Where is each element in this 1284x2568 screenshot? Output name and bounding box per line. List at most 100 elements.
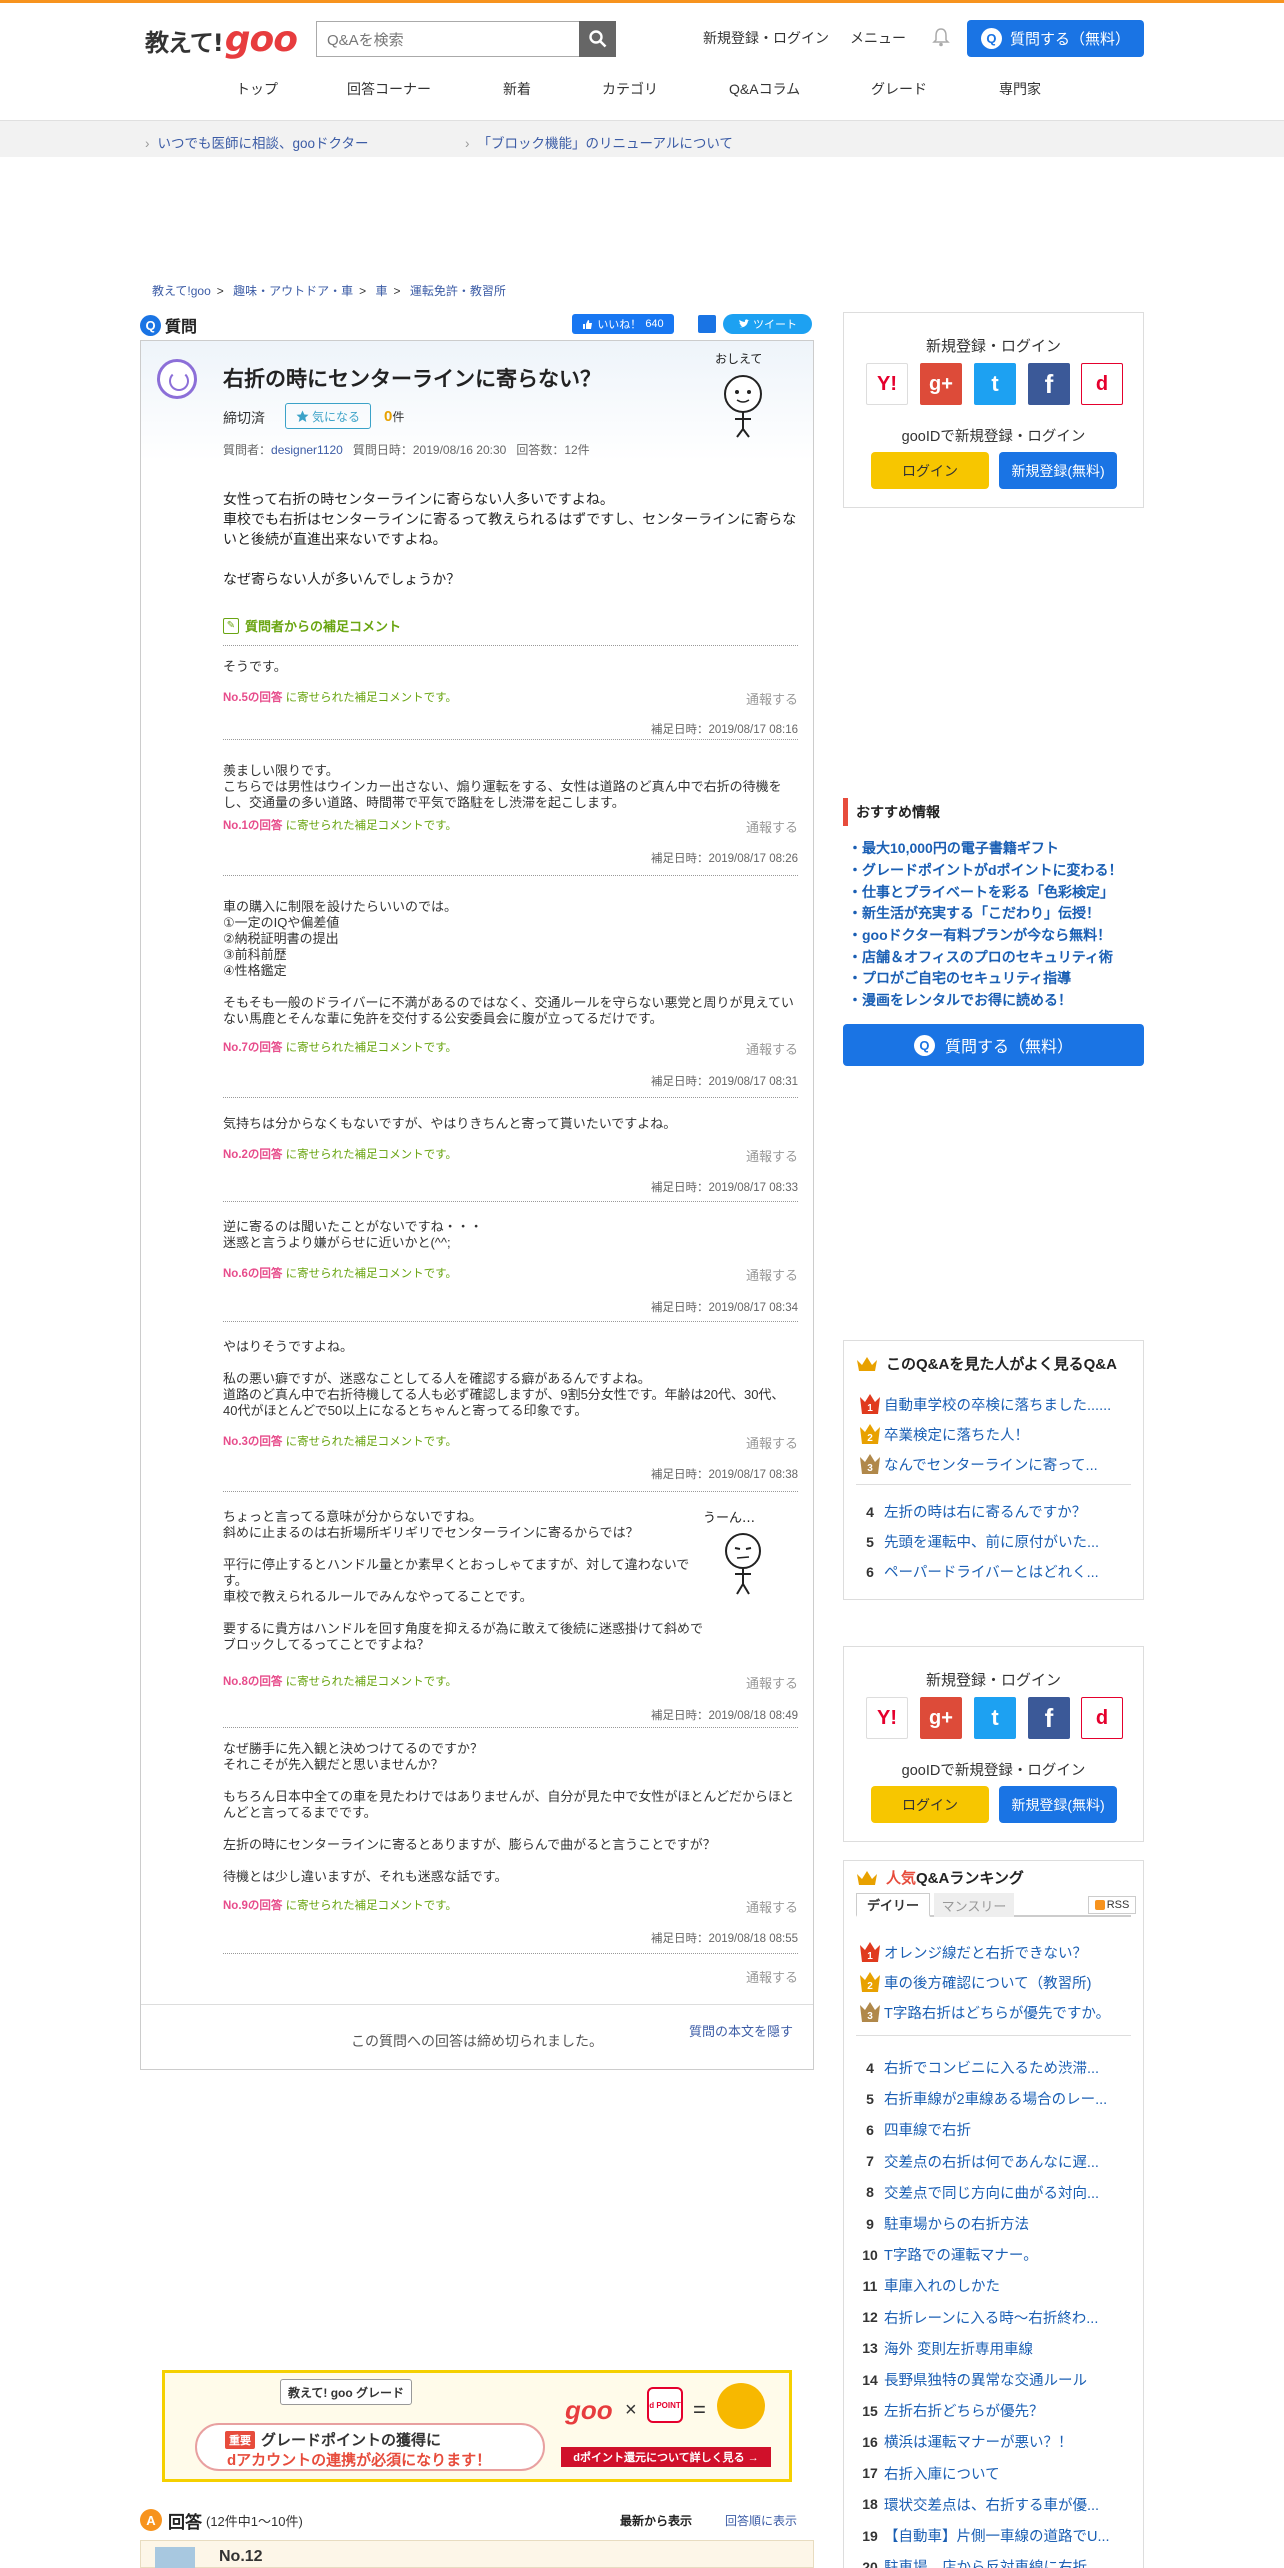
hide-question-link[interactable]: 質問の本文を隠す <box>689 2021 793 2040</box>
answer-link[interactable]: No.9の回答 <box>223 1900 282 1912</box>
answer-link[interactable]: No.2の回答 <box>223 1149 282 1161</box>
report-link[interactable]: 通報する <box>746 1967 798 1986</box>
tab-daily[interactable]: デイリー <box>856 1893 930 1917</box>
ranking-item[interactable]: 11 車庫入れのしかた <box>856 2275 1000 2296</box>
report-link[interactable]: 通報する <box>746 689 798 708</box>
login-button[interactable]: ログイン <box>871 1786 989 1823</box>
ranking-item[interactable]: 15 左折右折どちらが優先？ <box>856 2400 1043 2421</box>
yahoo-login-icon[interactable]: Y! <box>866 363 908 405</box>
login-button[interactable]: ログイン <box>871 452 989 489</box>
answer-link[interactable]: No.8の回答 <box>223 1676 282 1688</box>
tab-monthly[interactable]: マンスリー <box>934 1893 1014 1917</box>
answer-link[interactable]: No.6の回答 <box>223 1268 282 1280</box>
sidebar-ask-button[interactable]: Q 質問する（無料） <box>843 1024 1144 1066</box>
report-link[interactable]: 通報する <box>746 1897 798 1916</box>
register-button[interactable]: 新規登録(無料) <box>999 1786 1117 1823</box>
avatar[interactable] <box>157 359 197 399</box>
report-link[interactable]: 通報する <box>746 817 798 836</box>
breadcrumb-item[interactable]: 車 <box>376 284 388 298</box>
site-logo[interactable]: 教えて! goo <box>145 16 298 58</box>
ranking-item[interactable]: 16 横浜は運転マナーが悪い？！ <box>856 2431 1072 2452</box>
notice-goo-doctor[interactable]: いつでも医師に相談、gooドクター <box>145 132 369 152</box>
menu-link[interactable]: メニュー <box>850 28 906 48</box>
ranking-item[interactable]: 20駐車場、店から反対車線に右折... <box>856 2556 1099 2568</box>
sort-by-order[interactable]: 回答順に表示 <box>725 2512 797 2529</box>
twitter-login-icon[interactable]: t <box>974 363 1016 405</box>
nav-experts[interactable]: 専門家 <box>999 79 1041 99</box>
answerer-avatar[interactable] <box>155 2547 195 2568</box>
ranking-item[interactable]: 2 車の後方確認について（教習所) <box>856 1971 1091 1993</box>
grade-point-banner[interactable]: 教えて! goo グレード 重要 グレードポイントの獲得に dアカウントの連携が… <box>162 2370 792 2482</box>
ranking-item[interactable]: 5 右折車線が2車線ある場合のレー... <box>856 2088 1107 2109</box>
bookmark-icon[interactable] <box>698 315 716 333</box>
ranking-item[interactable]: 13 海外 変則左折専用車線 <box>856 2338 1033 2359</box>
facebook-like-button[interactable]: いいね！ 640 <box>572 314 674 334</box>
tweet-button[interactable]: ツイート <box>723 314 812 334</box>
recommend-link[interactable]: ・漫画をレンタルでお得に読める！ <box>848 990 1072 1010</box>
sort-newest[interactable]: 最新から表示 <box>620 2512 692 2529</box>
nav-top[interactable]: トップ <box>236 79 278 99</box>
ranking-item[interactable]: 19 【自動車】片側一車線の道路でU... <box>856 2525 1109 2546</box>
recommend-link[interactable]: ・仕事とプライベートを彩る「色彩検定」 <box>848 882 1114 902</box>
ranking-item[interactable]: 10 T字路での運転マナー。 <box>856 2244 1038 2265</box>
search-input[interactable]: Q&Aを検索 <box>316 21 580 57</box>
ranking-item[interactable]: 1 オレンジ線だと右折できない？ <box>856 1941 1087 1963</box>
yahoo-login-icon[interactable]: Y! <box>866 1697 908 1739</box>
answer-link[interactable]: No.7の回答 <box>223 1042 282 1054</box>
ranking-item[interactable]: 9 駐車場からの右折方法 <box>856 2213 1029 2234</box>
ranking-item[interactable]: 17 右折入庫について <box>856 2463 999 2484</box>
breadcrumb-item[interactable]: 教えて!goo <box>152 284 211 298</box>
related-item[interactable]: 2 卒業検定に落ちた人！ <box>856 1423 1029 1445</box>
register-button[interactable]: 新規登録(無料) <box>999 452 1117 489</box>
report-link[interactable]: 通報する <box>746 1146 798 1165</box>
recommend-link[interactable]: ・最大10,000円の電子書籍ギフト <box>848 838 1059 858</box>
ask-question-button[interactable]: Q 質問する（無料） <box>967 20 1144 57</box>
search-button[interactable] <box>579 21 616 57</box>
breadcrumb-item[interactable]: 運転免許・教習所 <box>410 284 506 298</box>
asker-link[interactable]: designer1120 <box>271 443 343 457</box>
related-item[interactable]: 6 ペーパードライバーとはどれく... <box>856 1561 1099 1582</box>
report-link[interactable]: 通報する <box>746 1265 798 1284</box>
recommend-link[interactable]: ・店舗＆オフィスのプロのセキュリティ術 <box>848 947 1113 967</box>
recommend-link[interactable]: ・グレードポイントがdポイントに変わる！ <box>848 860 1123 880</box>
facebook-login-icon[interactable]: f <box>1028 363 1070 405</box>
ranking-item[interactable]: 12 右折レーンに入る時～右折終わ... <box>856 2307 1098 2328</box>
ranking-item[interactable]: 6 四車線で右折 <box>856 2119 971 2140</box>
answer-link[interactable]: No.3の回答 <box>223 1436 282 1448</box>
rss-button[interactable]: RSS <box>1088 1896 1136 1914</box>
docomo-login-icon[interactable]: d <box>1081 1697 1123 1739</box>
ranking-item[interactable]: 8 交差点で同じ方向に曲がる対向... <box>856 2182 1099 2203</box>
nav-category[interactable]: カテゴリ <box>602 79 658 99</box>
nav-qa-column[interactable]: Q&Aコラム <box>729 79 800 99</box>
dpoint-detail-link[interactable]: dポイント還元について詳しく見る → <box>561 2447 771 2467</box>
bell-icon[interactable] <box>932 27 950 47</box>
twitter-login-icon[interactable]: t <box>974 1697 1016 1739</box>
ranking-item[interactable]: 4 右折でコンビニに入るため渋滞... <box>856 2057 1099 2078</box>
register-login-link[interactable]: 新規登録・ログイン <box>703 28 829 48</box>
related-item[interactable]: 3 なんでセンターラインに寄って... <box>856 1453 1098 1475</box>
breadcrumb-item[interactable]: 趣味・アウトドア・車 <box>233 284 353 298</box>
nav-answer-corner[interactable]: 回答コーナー <box>347 79 431 99</box>
google-login-icon[interactable]: g+ <box>920 1697 962 1739</box>
google-login-icon[interactable]: g+ <box>920 363 962 405</box>
ranking-item[interactable]: 7 交差点の右折は何であんなに遅... <box>856 2151 1099 2172</box>
facebook-login-icon[interactable]: f <box>1028 1697 1070 1739</box>
recommend-link[interactable]: ・gooドクター有料プランが今なら無料！ <box>848 925 1111 945</box>
related-item[interactable]: 1 自動車学校の卒検に落ちました...... <box>856 1393 1111 1415</box>
nav-new[interactable]: 新着 <box>503 79 531 99</box>
recommend-link[interactable]: ・新生活が充実する「こだわり」伝授！ <box>848 903 1100 923</box>
recommend-link[interactable]: ・プロがご自宅のセキュリティ指導 <box>848 968 1071 988</box>
related-item[interactable]: 4 左折の時は右に寄るんですか？ <box>856 1501 1086 1522</box>
notice-block-feature[interactable]: 「ブロック機能」のリニューアルについて <box>465 132 733 152</box>
ranking-item[interactable]: 3 T字路右折はどちらが優先ですか。 <box>856 2001 1110 2023</box>
report-link[interactable]: 通報する <box>746 1039 798 1058</box>
answer-link[interactable]: No.1の回答 <box>223 820 282 832</box>
related-item[interactable]: 5 先頭を運転中、前に原付がいた... <box>856 1531 1099 1552</box>
docomo-login-icon[interactable]: d <box>1081 363 1123 405</box>
favorite-button[interactable]: 気になる <box>285 403 371 429</box>
report-link[interactable]: 通報する <box>746 1673 798 1692</box>
ranking-item[interactable]: 18 環状交差点は、右折する車が優... <box>856 2494 1099 2515</box>
nav-grade[interactable]: グレード <box>871 79 927 99</box>
answer-link[interactable]: No.5の回答 <box>223 692 282 704</box>
ranking-item[interactable]: 14 長野県独特の異常な交通ルール <box>856 2369 1087 2390</box>
